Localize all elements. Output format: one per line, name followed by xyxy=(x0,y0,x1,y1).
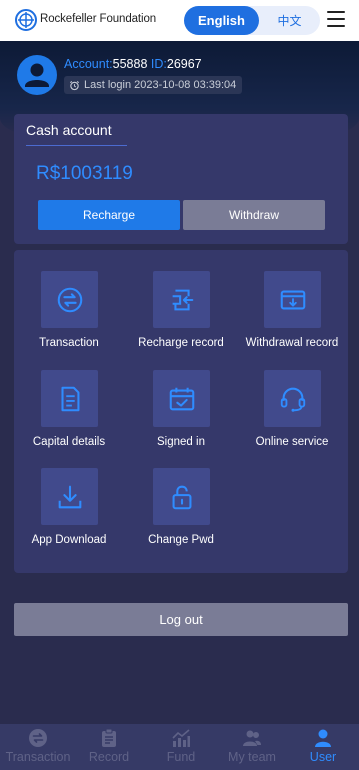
headset-icon xyxy=(264,370,321,427)
tile-label: Withdrawal record xyxy=(245,337,339,349)
id-value: 26967 xyxy=(166,57,202,71)
recharge-button[interactable]: Recharge xyxy=(38,200,180,230)
exchange-icon xyxy=(29,729,47,747)
last-login-badge: Last login 2023-10-08 03:39:04 xyxy=(64,76,243,94)
last-login-text: Last login 2023-10-08 03:39:04 xyxy=(84,79,237,91)
calendar-check-icon xyxy=(153,370,210,427)
clipboard-icon xyxy=(102,728,116,747)
user-icon xyxy=(315,729,331,747)
cash-account-title: Cash account xyxy=(26,122,112,138)
download-icon xyxy=(41,468,98,525)
id-label: ID: xyxy=(150,57,167,71)
cash-account-card: Cash account R$1003119 Recharge Withdraw xyxy=(14,114,348,244)
nav-item-my-team[interactable]: My team xyxy=(216,728,288,764)
nav-label: My team xyxy=(228,750,276,764)
alarm-clock-icon xyxy=(69,80,80,90)
tile-label: Capital details xyxy=(32,436,106,448)
logout-button[interactable]: Log out xyxy=(14,603,348,636)
lang-chinese-button[interactable]: 中文 xyxy=(259,6,320,35)
nav-item-user[interactable]: User xyxy=(287,728,359,764)
team-icon xyxy=(243,730,261,746)
hamburger-menu-icon[interactable] xyxy=(327,11,345,27)
recharge-record-icon xyxy=(153,271,210,328)
nav-item-record[interactable]: Record xyxy=(73,728,145,764)
account-info: Account:55888 ID:26967 xyxy=(64,57,202,71)
withdraw-button[interactable]: Withdraw xyxy=(183,200,325,230)
tile-label: Transaction xyxy=(39,337,99,349)
nav-item-transaction[interactable]: Transaction xyxy=(2,728,74,764)
withdrawal-record-icon xyxy=(264,271,321,328)
cash-title-underline xyxy=(26,145,127,146)
language-switch: English 中文 xyxy=(184,6,320,35)
tile-label: Change Pwd xyxy=(148,534,214,546)
nav-label: User xyxy=(309,750,337,764)
app-header: Rockefeller Foundation English 中文 xyxy=(0,0,359,41)
lang-english-button[interactable]: English xyxy=(184,6,259,35)
tile-label: Online service xyxy=(255,436,329,448)
avatar[interactable] xyxy=(17,55,57,95)
document-icon xyxy=(41,370,98,427)
foundation-logo-icon xyxy=(15,9,37,31)
lock-icon xyxy=(153,468,210,525)
account-label: Account: xyxy=(64,57,113,71)
nav-item-fund[interactable]: Fund xyxy=(145,728,217,764)
feature-grid: Transaction Recharge record Withdrawal r… xyxy=(14,250,348,573)
exchange-icon xyxy=(41,271,98,328)
cash-balance: R$1003119 xyxy=(36,163,133,184)
tile-label: App Download xyxy=(31,534,107,546)
chart-icon xyxy=(172,729,190,747)
user-avatar-icon xyxy=(25,63,49,87)
account-value: 55888 xyxy=(112,57,148,71)
nav-label: Record xyxy=(88,750,130,764)
bottom-nav: Transaction Record Fund My team User xyxy=(0,724,359,770)
nav-label: Transaction xyxy=(5,750,71,764)
brand-name: Rockefeller Foundation xyxy=(40,13,157,25)
nav-label: Fund xyxy=(166,750,196,764)
